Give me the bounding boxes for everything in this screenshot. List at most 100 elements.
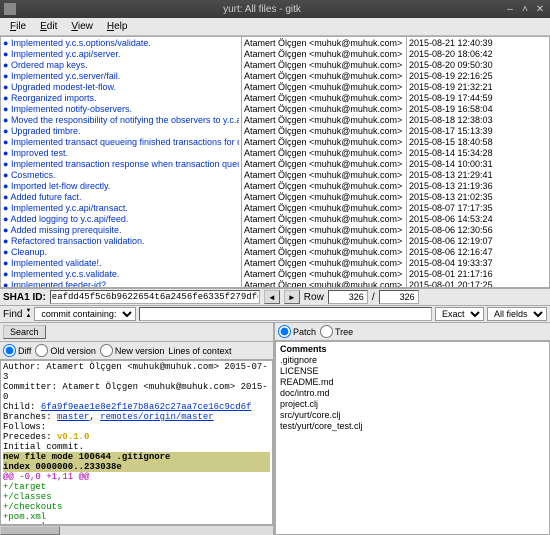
- commit-row[interactable]: Ordered map keys.: [3, 60, 239, 71]
- commit-date: 2015-08-01 21:17:16: [409, 269, 547, 280]
- commit-author: Atamert Ölçgen <muhuk@muhuk.com>: [244, 159, 404, 170]
- commit-author: Atamert Ölçgen <muhuk@muhuk.com>: [244, 225, 404, 236]
- menu-view[interactable]: View: [65, 20, 99, 33]
- tree-file[interactable]: test/yurt/core_test.clj: [280, 421, 545, 432]
- close-button[interactable]: ✕: [534, 3, 546, 15]
- commit-date: 2015-08-14 15:34:28: [409, 148, 547, 159]
- commit-row[interactable]: Imported let-flow directly.: [3, 181, 239, 192]
- commit-row[interactable]: Cleanup.: [3, 247, 239, 258]
- commit-row[interactable]: Added missing prerequisite.: [3, 225, 239, 236]
- tree-file[interactable]: doc/intro.md: [280, 388, 545, 399]
- find-input[interactable]: [139, 307, 432, 321]
- commit-author: Atamert Ölçgen <muhuk@muhuk.com>: [244, 236, 404, 247]
- commit-date: 2015-08-19 17:44:59: [409, 93, 547, 104]
- commit-date: 2015-08-19 21:32:21: [409, 82, 547, 93]
- find-exact-select[interactable]: Exact: [435, 307, 484, 321]
- commit-row[interactable]: Implemented transaction response when tr…: [3, 159, 239, 170]
- commit-row[interactable]: Implemented y.c.server/fail.: [3, 71, 239, 82]
- menu-file[interactable]: File: [4, 20, 32, 33]
- find-fields-select[interactable]: All fields: [487, 307, 547, 321]
- commit-row[interactable]: Implemented transact queueing finished t…: [3, 137, 239, 148]
- commit-row[interactable]: Implemented y.c.s.options/validate.: [3, 38, 239, 49]
- commit-author: Atamert Ölçgen <muhuk@muhuk.com>: [244, 247, 404, 258]
- minimize-button[interactable]: –: [504, 3, 516, 15]
- lines-context-label: Lines of context: [168, 346, 231, 356]
- commit-author-column[interactable]: Atamert Ölçgen <muhuk@muhuk.com>Atamert …: [242, 36, 407, 288]
- commit-row[interactable]: Added future fact.: [3, 192, 239, 203]
- file-tree-pane: Patch Tree Comments.gitignoreLICENSEREAD…: [275, 323, 550, 535]
- diff-view[interactable]: Author: Atamert Ölçgen <muhuk@muhuk.com>…: [0, 360, 273, 525]
- tree-file[interactable]: README.md: [280, 377, 545, 388]
- find-prev-icon[interactable]: ▲: [25, 314, 31, 319]
- commit-date: 2015-08-07 17:17:35: [409, 203, 547, 214]
- commit-list: Implemented y.c.s.options/validate.Imple…: [0, 36, 550, 288]
- tree-view[interactable]: Comments.gitignoreLICENSEREADME.mddoc/in…: [275, 341, 550, 535]
- window-titlebar: yurt: All files - gitk – ˄ ✕: [0, 0, 550, 18]
- commit-row[interactable]: Refactored transaction validation.: [3, 236, 239, 247]
- tree-comments[interactable]: Comments: [280, 344, 545, 355]
- commit-row[interactable]: Upgraded timbre.: [3, 126, 239, 137]
- commit-row[interactable]: Added logging to y.c.api/feed.: [3, 214, 239, 225]
- commit-subject-column[interactable]: Implemented y.c.s.options/validate.Imple…: [0, 36, 242, 288]
- search-button[interactable]: Search: [3, 325, 46, 339]
- tree-file[interactable]: project.clj: [280, 399, 545, 410]
- tree-radio[interactable]: Tree: [320, 325, 353, 338]
- menu-help[interactable]: Help: [101, 20, 134, 33]
- commit-row[interactable]: Implemented y.c.api/server.: [3, 49, 239, 60]
- row-total: 326: [379, 290, 419, 304]
- commit-row[interactable]: Moved the responsibility of notifying th…: [3, 115, 239, 126]
- find-label: Find: [3, 309, 22, 320]
- commit-date: 2015-08-04 19:33:37: [409, 258, 547, 269]
- commit-row[interactable]: Implemented notify-observers.: [3, 104, 239, 115]
- commit-date: 2015-08-19 16:58:04: [409, 104, 547, 115]
- commit-author: Atamert Ölçgen <muhuk@muhuk.com>: [244, 49, 404, 60]
- row-sep: /: [372, 292, 375, 303]
- commit-row[interactable]: Implemented validate!.: [3, 258, 239, 269]
- diff-hscroll[interactable]: [0, 525, 273, 535]
- commit-date: 2015-08-14 10:00:31: [409, 159, 547, 170]
- new-version-radio[interactable]: New version: [100, 344, 165, 357]
- next-button[interactable]: ►: [284, 290, 300, 304]
- commit-author: Atamert Ölçgen <muhuk@muhuk.com>: [244, 214, 404, 225]
- menu-edit[interactable]: Edit: [34, 20, 63, 33]
- commit-author: Atamert Ölçgen <muhuk@muhuk.com>: [244, 71, 404, 82]
- commit-author: Atamert Ölçgen <muhuk@muhuk.com>: [244, 181, 404, 192]
- find-row: Find ▼ ▲ commit containing: Exact All fi…: [0, 306, 550, 323]
- diff-radio[interactable]: Diff: [3, 344, 31, 357]
- commit-row[interactable]: Reorganized imports.: [3, 93, 239, 104]
- commit-author: Atamert Ölçgen <muhuk@muhuk.com>: [244, 192, 404, 203]
- maximize-button[interactable]: ˄: [519, 3, 531, 15]
- commit-date: 2015-08-21 12:40:39: [409, 38, 547, 49]
- app-icon: [4, 3, 16, 15]
- commit-row[interactable]: Cosmetics.: [3, 170, 239, 181]
- tree-file[interactable]: src/yurt/core.clj: [280, 410, 545, 421]
- commit-date: 2015-08-06 12:19:07: [409, 236, 547, 247]
- tree-file[interactable]: LICENSE: [280, 366, 545, 377]
- commit-date: 2015-08-06 12:30:56: [409, 225, 547, 236]
- commit-row[interactable]: Upgraded modest-let-flow.: [3, 82, 239, 93]
- commit-author: Atamert Ölçgen <muhuk@muhuk.com>: [244, 104, 404, 115]
- commit-author: Atamert Ölçgen <muhuk@muhuk.com>: [244, 137, 404, 148]
- old-version-radio[interactable]: Old version: [35, 344, 96, 357]
- sha-input[interactable]: [50, 290, 260, 304]
- patch-radio[interactable]: Patch: [278, 325, 316, 338]
- commit-row[interactable]: Implemented y.c.api/transact.: [3, 203, 239, 214]
- commit-author: Atamert Ölçgen <muhuk@muhuk.com>: [244, 148, 404, 159]
- diff-pane: Search Diff Old version New version Line…: [0, 323, 275, 535]
- commit-date-column[interactable]: 2015-08-21 12:40:392015-08-20 18:06:42 20…: [407, 36, 550, 288]
- commit-row[interactable]: Implemented y.c.s.validate.: [3, 269, 239, 280]
- commit-date: 2015-08-18 12:38:03: [409, 115, 547, 126]
- commit-author: Atamert Ölçgen <muhuk@muhuk.com>: [244, 82, 404, 93]
- commit-date: 2015-08-06 14:53:24: [409, 214, 547, 225]
- commit-row[interactable]: Implemented feeder-id?.: [3, 280, 239, 288]
- commit-date: 2015-08-20 18:06:42: [409, 49, 547, 60]
- find-mode-select[interactable]: commit containing:: [34, 307, 136, 321]
- commit-row[interactable]: Improved test.: [3, 148, 239, 159]
- tree-file[interactable]: .gitignore: [280, 355, 545, 366]
- commit-date: 2015-08-06 12:16:47: [409, 247, 547, 258]
- commit-author: Atamert Ölçgen <muhuk@muhuk.com>: [244, 38, 404, 49]
- sha-label: SHA1 ID:: [3, 292, 46, 303]
- commit-date: 2015-08-01 20:17:25: [409, 280, 547, 288]
- prev-button[interactable]: ◄: [264, 290, 280, 304]
- commit-author: Atamert Ölçgen <muhuk@muhuk.com>: [244, 280, 404, 288]
